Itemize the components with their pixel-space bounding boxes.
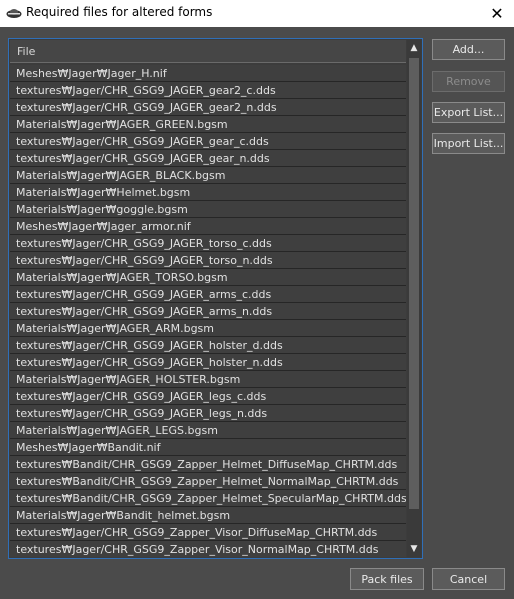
list-item[interactable]: Materials₩Jager₩JAGER_GREEN.bgsm (10, 116, 406, 134)
list-item[interactable]: Meshes₩Jager₩Bandit.nif (10, 439, 406, 457)
list-item[interactable]: Materials₩Jager₩JAGER_HOLSTER.bgsm (10, 371, 406, 389)
list-item[interactable]: textures₩Jager/CHR_GSG9_JAGER_gear_c.dds (10, 133, 406, 151)
list-item[interactable]: textures₩Jager/CHR_GSG9_JAGER_holster_d.… (10, 337, 406, 355)
scroll-up-arrow-icon[interactable]: ▲ (407, 40, 421, 56)
close-button[interactable]: ✕ (480, 0, 514, 27)
list-item[interactable]: textures₩Jager/CHR_GSG9_JAGER_gear_n.dds (10, 150, 406, 168)
export-list-button[interactable]: Export List... (432, 102, 505, 123)
list-item[interactable]: textures₩Jager/CHR_GSG9_JAGER_legs_n.dds (10, 405, 406, 423)
list-item[interactable]: Materials₩Jager₩JAGER_LEGS.bgsm (10, 422, 406, 440)
import-list-button[interactable]: Import List... (432, 133, 505, 154)
list-item[interactable]: textures₩Jager/CHR_GSG9_JAGER_gear2_n.dd… (10, 99, 406, 117)
list-item[interactable]: Materials₩Jager₩goggle.bgsm (10, 201, 406, 219)
file-list[interactable]: File Meshes₩Jager₩Jager_H.nif textures₩Ja… (8, 38, 423, 559)
window-title: Required files for altered forms (26, 5, 213, 19)
list-item[interactable]: textures₩Jager/CHR_GSG9_JAGER_gear2_c.dd… (10, 82, 406, 100)
pack-files-button[interactable]: Pack files (350, 568, 424, 590)
list-item[interactable]: Meshes₩Jager₩Jager_H.nif (10, 65, 406, 83)
cancel-button[interactable]: Cancel (432, 568, 505, 590)
list-item[interactable]: textures₩Jager/CHR_GSG9_Zapper_Visor_Dif… (10, 524, 406, 542)
list-item[interactable]: Materials₩Jager₩Helmet.bgsm (10, 184, 406, 202)
list-item[interactable]: Meshes₩Jager₩Jager_armor.nif (10, 218, 406, 236)
column-header-label: File (17, 45, 36, 58)
scroll-down-arrow-icon[interactable]: ▼ (407, 541, 421, 557)
list-item[interactable]: Materials₩Jager₩Bandit_helmet.bgsm (10, 507, 406, 525)
column-header-file[interactable]: File (10, 40, 406, 63)
remove-button[interactable]: Remove (432, 71, 505, 92)
list-item[interactable]: textures₩Jager/CHR_GSG9_JAGER_torso_c.dd… (10, 235, 406, 253)
list-item[interactable]: textures₩Jager/CHR_GSG9_JAGER_holster_n.… (10, 354, 406, 372)
list-item[interactable]: textures₩Bandit/CHR_GSG9_Zapper_Helmet_N… (10, 473, 406, 491)
title-bar: Required files for altered forms ✕ (0, 0, 514, 27)
list-item[interactable]: textures₩Jager/CHR_GSG9_JAGER_torso_n.dd… (10, 252, 406, 270)
file-rows: Meshes₩Jager₩Jager_H.nif textures₩Jager/C… (10, 65, 406, 557)
vertical-scrollbar[interactable]: ▲ ▼ (407, 40, 421, 557)
list-item[interactable]: textures₩Jager/CHR_GSG9_JAGER_legs_c.dds (10, 388, 406, 406)
list-item[interactable]: textures₩Bandit/CHR_GSG9_Zapper_Helmet_D… (10, 456, 406, 474)
list-item[interactable]: Materials₩Jager₩JAGER_TORSO.bgsm (10, 269, 406, 287)
list-item[interactable]: Materials₩Jager₩JAGER_BLACK.bgsm (10, 167, 406, 185)
list-item[interactable]: textures₩Jager/CHR_GSG9_JAGER_arms_c.dds (10, 286, 406, 304)
app-icon (6, 9, 22, 18)
list-item[interactable]: textures₩Jager/CHR_GSG9_Zapper_Visor_Nor… (10, 541, 406, 557)
scrollbar-thumb[interactable] (409, 58, 419, 509)
list-item[interactable]: Materials₩Jager₩JAGER_ARM.bgsm (10, 320, 406, 338)
list-item[interactable]: textures₩Bandit/CHR_GSG9_Zapper_Helmet_S… (10, 490, 406, 508)
add-button[interactable]: Add... (432, 39, 505, 60)
list-item[interactable]: textures₩Jager/CHR_GSG9_JAGER_arms_n.dds (10, 303, 406, 321)
